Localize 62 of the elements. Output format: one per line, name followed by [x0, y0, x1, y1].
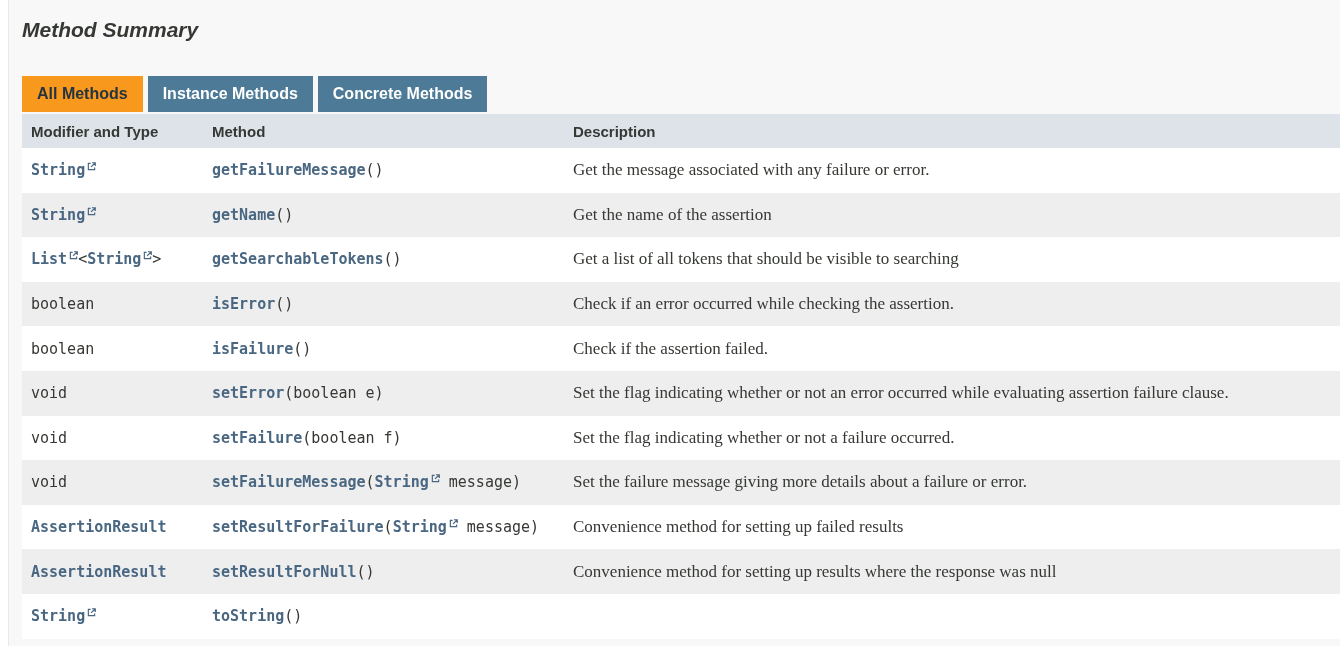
method-link[interactable]: toString	[212, 607, 285, 626]
code-text: void	[31, 384, 68, 403]
column-header: Method	[203, 114, 564, 148]
column-header: Modifier and Type	[22, 114, 203, 148]
method-link[interactable]: isError	[212, 295, 276, 314]
code-text: >	[152, 250, 162, 269]
method-description: Get a list of all tokens that should be visible to searching	[564, 237, 1340, 282]
code-text: (	[383, 518, 393, 537]
method-link[interactable]: setResultForFailure	[212, 518, 384, 537]
type-link[interactable]: String	[374, 473, 440, 492]
code-text: void	[31, 428, 68, 447]
type-link[interactable]: String	[31, 161, 97, 180]
code-text: boolean	[31, 295, 95, 314]
method-description: Set the failure message giving more details about a failure or error.	[564, 460, 1340, 505]
code-text: (boolean e)	[284, 384, 384, 403]
method-description: Set the flag indicating whether or not an error occurred while evaluating assertion failure clause.	[564, 370, 1340, 416]
external-link-icon	[430, 474, 440, 484]
code-text: ()	[356, 562, 375, 581]
tab[interactable]: Instance Methods	[147, 76, 313, 112]
method-link[interactable]: setFailure	[212, 428, 303, 447]
method-link[interactable]: getName	[212, 205, 276, 224]
code-text: (	[365, 473, 375, 492]
code-text: message)	[447, 473, 522, 492]
method-description: Convenience method for setting up failed results	[564, 504, 1340, 550]
code-text: ()	[275, 295, 294, 314]
external-link-icon	[448, 519, 458, 529]
code-text: <	[78, 250, 88, 269]
tab[interactable]: All Methods	[22, 76, 143, 112]
method-link[interactable]: isFailure	[212, 339, 294, 358]
code-text: ()	[293, 339, 312, 358]
method-link[interactable]: setFailureMessage	[212, 473, 366, 492]
code-text: (boolean f)	[302, 428, 402, 447]
code-text: void	[31, 473, 68, 492]
code-text: ()	[365, 161, 384, 180]
type-link[interactable]: String	[392, 518, 458, 537]
code-text: boolean	[31, 339, 95, 358]
code-text: message)	[465, 518, 540, 537]
type-link[interactable]: String	[31, 205, 97, 224]
external-link-icon	[87, 608, 97, 618]
method-description: Check if an error occurred while checking the assertion.	[564, 281, 1340, 327]
external-link-icon	[143, 251, 153, 261]
external-link-icon	[69, 251, 79, 261]
column-header: Description	[564, 114, 1340, 148]
method-link[interactable]: setError	[212, 384, 285, 403]
section-title: Method Summary	[22, 18, 200, 42]
external-link-icon	[87, 206, 97, 216]
method-link[interactable]: setResultForNull	[212, 562, 357, 581]
method-description: Get the name of the assertion	[564, 192, 1340, 238]
method-description: Set the flag indicating whether or not a failure occurred.	[564, 415, 1340, 461]
external-link-icon	[87, 162, 97, 172]
code-text: ()	[383, 250, 402, 269]
method-description: Get the message associated with any failure or error.	[564, 148, 1340, 193]
tab[interactable]: Concrete Methods	[317, 76, 488, 112]
type-link[interactable]: String	[31, 607, 97, 626]
code-text: ()	[284, 607, 303, 626]
method-description: Check if the assertion failed.	[564, 326, 1340, 371]
method-link[interactable]: getSearchableTokens	[212, 250, 384, 269]
type-link[interactable]: List	[31, 250, 79, 269]
method-description: Convenience method for setting up results where the response was null	[564, 549, 1340, 594]
method-link[interactable]: getFailureMessage	[212, 161, 366, 180]
code-text: ()	[275, 205, 294, 224]
type-link[interactable]: String	[87, 250, 153, 269]
